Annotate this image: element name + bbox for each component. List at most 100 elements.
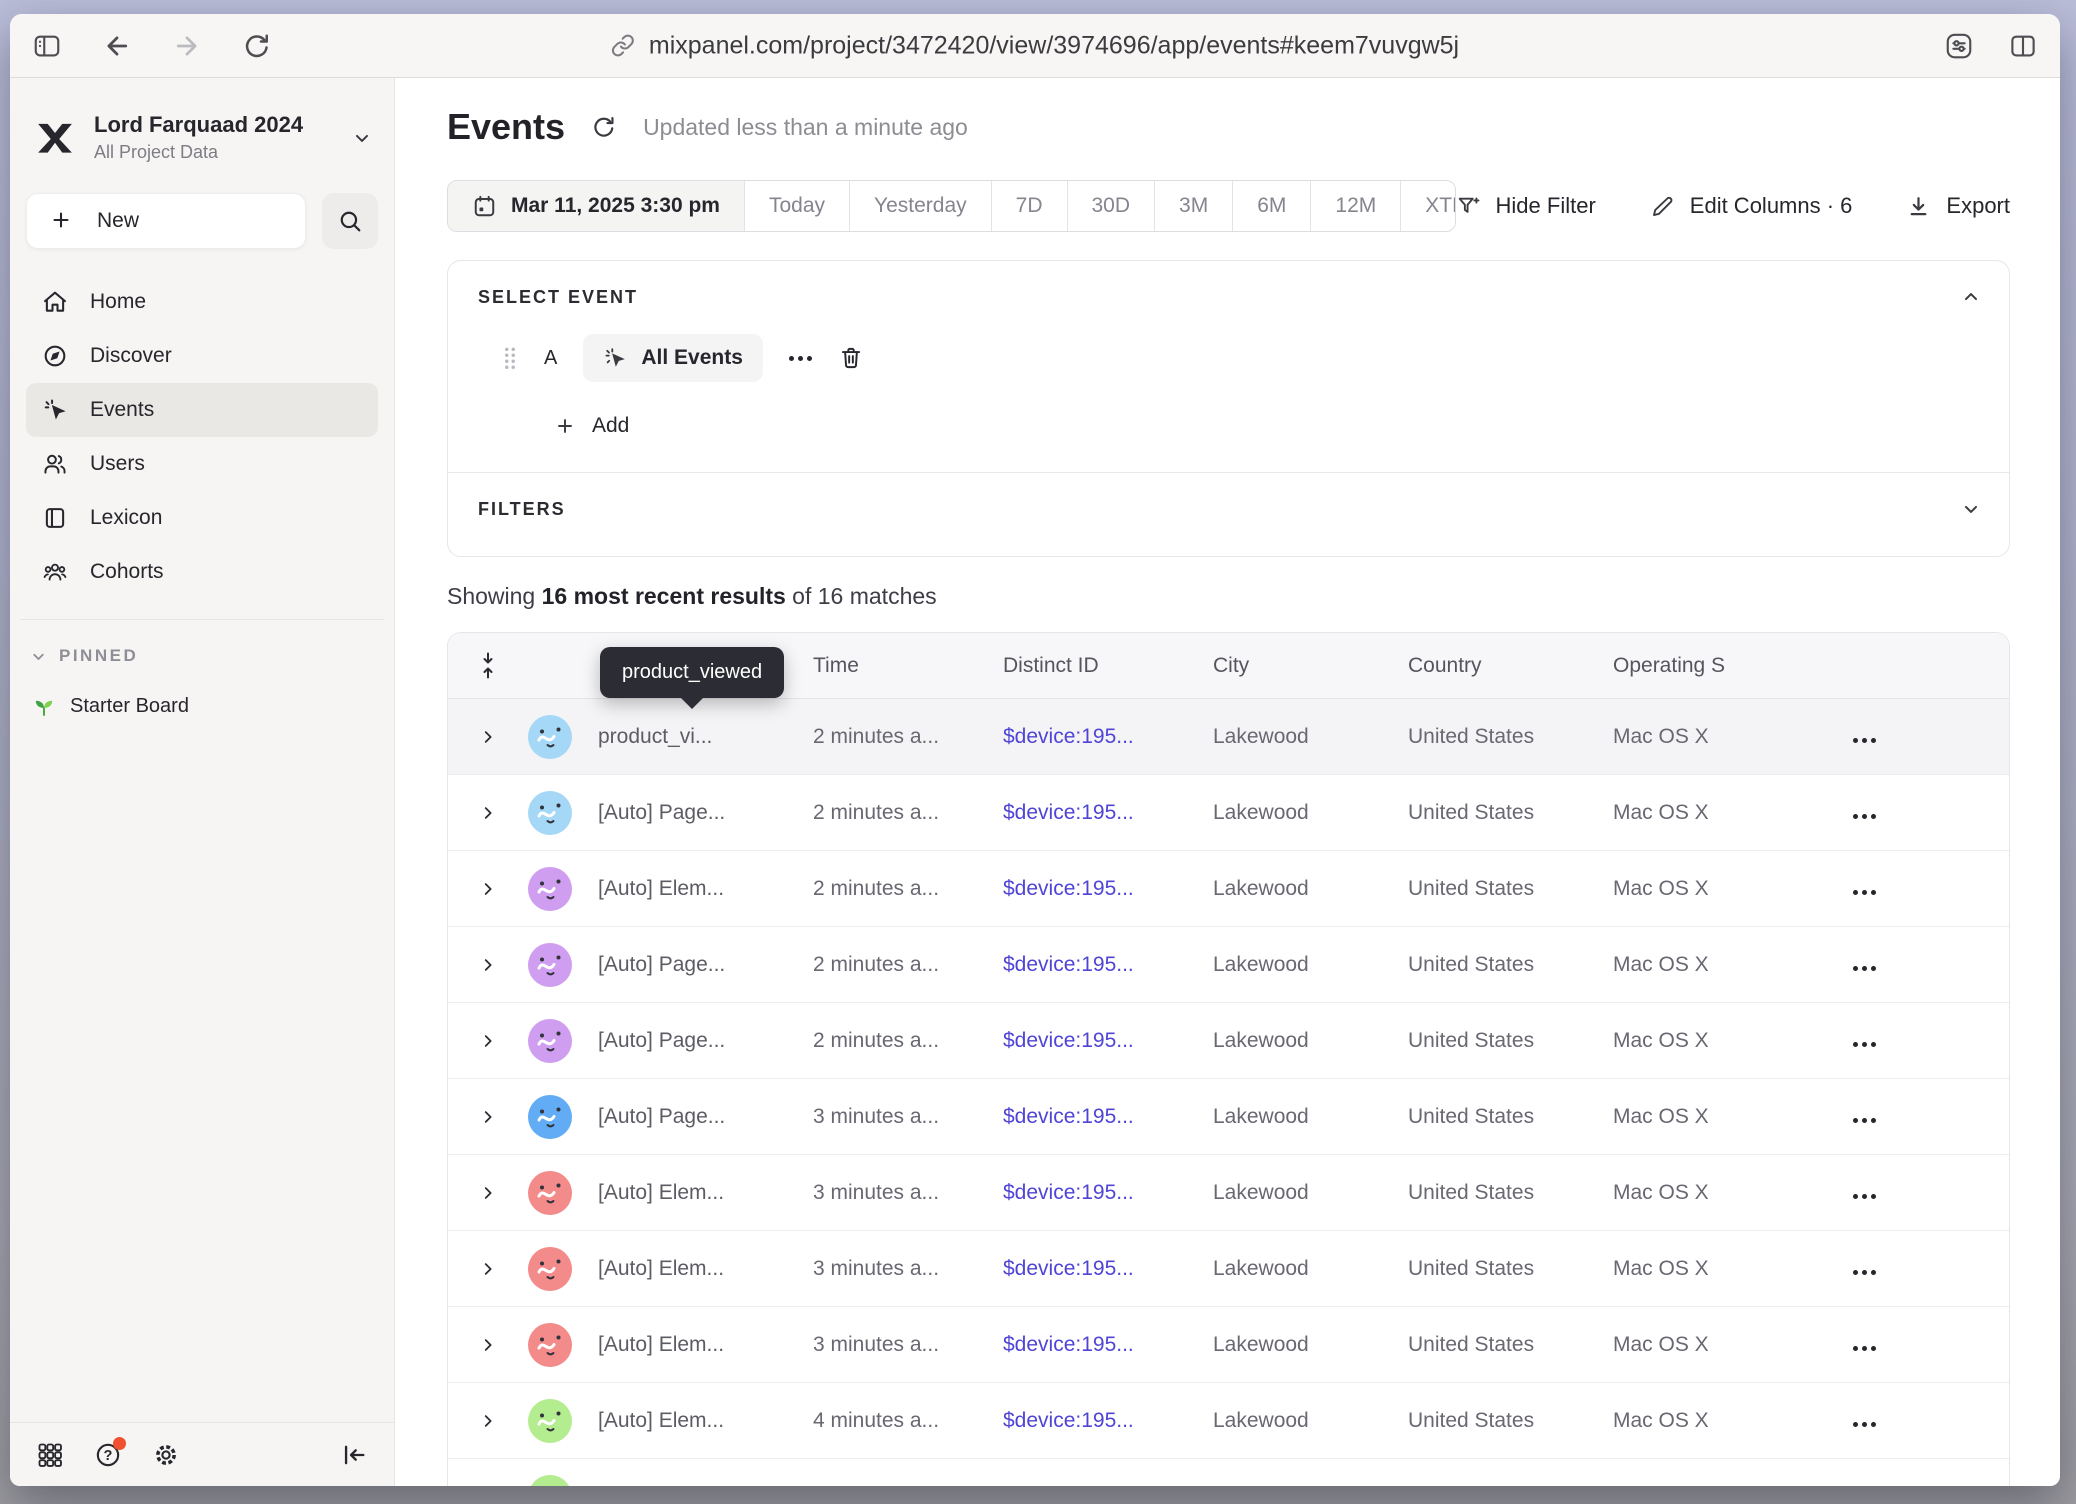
forward-icon[interactable] (172, 31, 202, 61)
custom-date-button[interactable]: Mar 11, 2025 3:30 pm (448, 181, 744, 231)
back-icon[interactable] (102, 31, 132, 61)
date-range-button[interactable]: Today (744, 181, 849, 231)
sidebar-item-users[interactable]: Users (26, 437, 378, 491)
table-row[interactable]: [Auto] Elem... 2 minutes a... $device:19… (448, 851, 2009, 927)
date-range-button[interactable]: 7D (991, 181, 1067, 231)
export-button[interactable]: Export (1906, 193, 2010, 219)
time-cell: 3 minutes a... (813, 1105, 1003, 1129)
date-range-button[interactable]: XTD (1400, 181, 1455, 231)
sort-time-icon[interactable] (478, 652, 498, 679)
row-more-options-icon[interactable] (1853, 1346, 1876, 1351)
distinct-id-link[interactable]: $device:195... (1003, 1029, 1213, 1053)
row-more-options-icon[interactable] (1853, 738, 1876, 743)
edit-columns-button[interactable]: Edit Columns · 6 (1650, 193, 1853, 219)
delete-event-icon[interactable] (838, 345, 864, 371)
event-name-cell: [Auto] Page... (598, 953, 813, 977)
column-header-city[interactable]: City (1213, 654, 1408, 678)
expand-row-icon[interactable] (479, 880, 497, 898)
add-event-button[interactable]: Add (554, 414, 1979, 438)
pinned-item-starter-board[interactable]: Starter Board (32, 694, 394, 718)
refresh-icon[interactable] (591, 114, 617, 140)
sidebar-item-events[interactable]: Events (26, 383, 378, 437)
distinct-id-link[interactable]: $device:195... (1003, 801, 1213, 825)
row-more-options-icon[interactable] (1853, 1118, 1876, 1123)
browser-sidebar-toggle-icon[interactable] (32, 31, 62, 61)
distinct-id-link[interactable]: $device:195... (1003, 1257, 1213, 1281)
distinct-id-link[interactable]: $device:195... (1003, 877, 1213, 901)
table-row[interactable]: [Auto] Page... 3 minutes a... $device:19… (448, 1079, 2009, 1155)
column-header-os[interactable]: Operating S (1613, 654, 1823, 678)
expand-row-icon[interactable] (479, 956, 497, 974)
distinct-id-link[interactable]: $device:195... (1003, 725, 1213, 749)
date-range-button[interactable]: 30D (1067, 181, 1155, 231)
help-button[interactable]: ? (94, 1441, 122, 1469)
os-cell: Mac OS X (1613, 953, 1823, 977)
split-view-icon[interactable] (2008, 31, 2038, 61)
address-bar[interactable]: mixpanel.com/project/3472420/view/397469… (611, 31, 1459, 60)
table-row[interactable]: [Auto] Elem... 3 minutes a... $device:19… (448, 1231, 2009, 1307)
new-button[interactable]: New (26, 193, 306, 249)
expand-row-icon[interactable] (479, 1032, 497, 1050)
collapse-section-icon[interactable] (1961, 287, 1981, 307)
plus-icon (49, 208, 75, 234)
event-avatar (528, 1171, 572, 1215)
date-range-label: 3M (1179, 194, 1208, 218)
date-range-button[interactable]: 3M (1154, 181, 1232, 231)
sidebar-item-home[interactable]: Home (26, 275, 378, 329)
table-row[interactable]: product_vi... 2 minutes a... $device:195… (448, 699, 2009, 775)
search-button[interactable] (322, 193, 378, 249)
table-row[interactable]: [Auto] Page... 2 minutes a... $device:19… (448, 1003, 2009, 1079)
table-row[interactable] (448, 1459, 2009, 1486)
row-more-options-icon[interactable] (1853, 1194, 1876, 1199)
table-row[interactable]: [Auto] Page... 2 minutes a... $device:19… (448, 775, 2009, 851)
date-range-button[interactable]: 12M (1310, 181, 1400, 231)
date-range-button[interactable]: Yesterday (849, 181, 991, 231)
column-header-time[interactable]: Time (813, 654, 1003, 678)
expand-row-icon[interactable] (479, 1412, 497, 1430)
column-header-country[interactable]: Country (1408, 654, 1613, 678)
distinct-id-link[interactable]: $device:195... (1003, 953, 1213, 977)
date-range-button[interactable]: 6M (1232, 181, 1310, 231)
table-row[interactable]: [Auto] Elem... 3 minutes a... $device:19… (448, 1155, 2009, 1231)
country-cell: United States (1408, 953, 1613, 977)
distinct-id-link[interactable]: $device:195... (1003, 1105, 1213, 1129)
event-name-cell: [Auto] Elem... (598, 1181, 813, 1205)
apps-grid-icon[interactable] (36, 1441, 64, 1469)
table-row[interactable]: [Auto] Elem... 4 minutes a... $device:19… (448, 1383, 2009, 1459)
drag-handle-icon[interactable] (502, 345, 518, 371)
page-settings-icon[interactable] (1944, 31, 1974, 61)
sidebar-item-lexicon[interactable]: Lexicon (26, 491, 378, 545)
expand-row-icon[interactable] (479, 728, 497, 746)
event-avatar (528, 1095, 572, 1139)
table-row[interactable]: [Auto] Page... 2 minutes a... $device:19… (448, 927, 2009, 1003)
time-cell: 3 minutes a... (813, 1333, 1003, 1357)
row-more-options-icon[interactable] (1853, 1042, 1876, 1047)
column-header-distinct-id[interactable]: Distinct ID (1003, 654, 1213, 678)
reload-icon[interactable] (242, 31, 272, 61)
distinct-id-link[interactable]: $device:195... (1003, 1333, 1213, 1357)
expand-row-icon[interactable] (479, 1184, 497, 1202)
row-more-options-icon[interactable] (1853, 1422, 1876, 1427)
sidebar-item-cohorts[interactable]: Cohorts (26, 545, 378, 599)
sidebar-item-discover[interactable]: Discover (26, 329, 378, 383)
row-more-options-icon[interactable] (1853, 966, 1876, 971)
settings-gear-icon[interactable] (152, 1441, 180, 1469)
event-selector-pill[interactable]: All Events (583, 334, 763, 382)
project-switcher[interactable]: Lord Farquaad 2024 All Project Data (32, 112, 372, 163)
collapse-sidebar-icon[interactable] (340, 1441, 368, 1469)
row-more-options-icon[interactable] (1853, 1270, 1876, 1275)
table-row[interactable]: [Auto] Elem... 3 minutes a... $device:19… (448, 1307, 2009, 1383)
expand-row-icon[interactable] (479, 1336, 497, 1354)
app-sidebar: Lord Farquaad 2024 All Project Data New (10, 78, 395, 1486)
pinned-section-header[interactable]: PINNED (30, 646, 394, 666)
expand-row-icon[interactable] (479, 1260, 497, 1278)
expand-section-icon[interactable] (1961, 499, 1981, 519)
row-more-options-icon[interactable] (1853, 890, 1876, 895)
row-more-options-icon[interactable] (1853, 814, 1876, 819)
event-more-options-icon[interactable] (789, 356, 812, 361)
expand-row-icon[interactable] (479, 804, 497, 822)
expand-row-icon[interactable] (479, 1108, 497, 1126)
hide-filter-button[interactable]: Hide Filter (1456, 193, 1596, 219)
distinct-id-link[interactable]: $device:195... (1003, 1409, 1213, 1433)
distinct-id-link[interactable]: $device:195... (1003, 1181, 1213, 1205)
